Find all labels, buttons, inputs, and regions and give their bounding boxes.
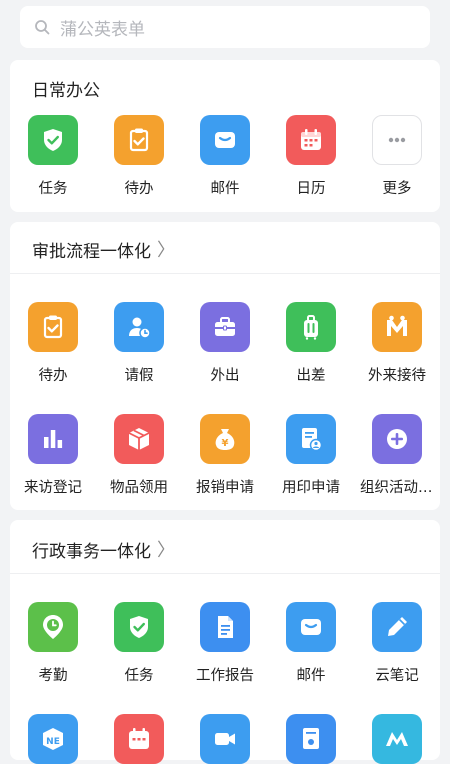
- divider: [10, 273, 440, 274]
- approval-card: 审批流程一体化〉 待办 请假 外出 出差 外来接待 来访登记 物品领用 ¥ 报销…: [10, 222, 440, 510]
- contacts-icon: [286, 714, 336, 764]
- app-label: 工作报告: [196, 668, 254, 684]
- pen-icon: [372, 602, 422, 652]
- section-title: 日常办公: [32, 81, 100, 101]
- document-icon: [200, 602, 250, 652]
- app-visitor-register[interactable]: 来访登记: [10, 414, 96, 497]
- app-label: 外出: [210, 368, 240, 384]
- app-mail[interactable]: 邮件: [182, 115, 268, 198]
- app-label: 来访登记: [24, 480, 82, 496]
- app-partial-4[interactable]: [268, 714, 354, 764]
- app-partial-1[interactable]: NE: [10, 714, 96, 764]
- chevron-right-icon: 〉: [157, 540, 175, 561]
- logo-m-icon: [372, 714, 422, 764]
- app-label: 考勤: [38, 668, 68, 684]
- app-label: 任务: [38, 181, 68, 197]
- svg-text:NE: NE: [46, 737, 60, 747]
- app-reimbursement[interactable]: ¥ 报销申请: [182, 414, 268, 497]
- app-partial-2[interactable]: [96, 714, 182, 764]
- shield-check-icon: [28, 115, 78, 165]
- bar-chart-icon: [28, 414, 78, 464]
- briefcase-icon: [200, 302, 250, 352]
- app-task[interactable]: 任务: [10, 115, 96, 198]
- app-cloud-notes[interactable]: 云笔记: [354, 602, 440, 685]
- app-mail[interactable]: 邮件: [268, 602, 354, 685]
- app-reception[interactable]: 外来接待: [354, 302, 440, 385]
- mail-icon: [200, 115, 250, 165]
- app-label: 物品领用: [110, 480, 168, 496]
- plus-circle-icon: [372, 414, 422, 464]
- app-label: 云笔记: [375, 668, 419, 684]
- app-item-requisition[interactable]: 物品领用: [96, 414, 182, 497]
- box-icon: [114, 414, 164, 464]
- mail-icon: [286, 602, 336, 652]
- app-partial-3[interactable]: [182, 714, 268, 764]
- person-clock-icon: [114, 302, 164, 352]
- section-title[interactable]: 审批流程一体化〉: [32, 236, 175, 262]
- clipboard-check-icon: [114, 115, 164, 165]
- section-title[interactable]: 行政事务一体化〉: [32, 536, 175, 562]
- reception-m-icon: [372, 302, 422, 352]
- app-label: 日历: [296, 181, 326, 197]
- app-label: 更多: [382, 181, 412, 197]
- cube-icon: NE: [28, 714, 78, 764]
- admin-affairs-card: 行政事务一体化〉 考勤 任务 工作报告 邮件 云笔记 NE: [10, 520, 440, 764]
- app-seal-request[interactable]: 用印申请: [268, 414, 354, 497]
- app-label: 任务: [124, 668, 154, 684]
- calendar-icon: [286, 115, 336, 165]
- more-dots-icon: [372, 115, 422, 165]
- app-label: 待办: [124, 181, 154, 197]
- app-label: 报销申请: [196, 480, 254, 496]
- app-label: 邮件: [210, 181, 240, 197]
- video-icon: [200, 714, 250, 764]
- app-label: 组织活动申请: [360, 480, 434, 496]
- app-work-report[interactable]: 工作报告: [182, 602, 268, 685]
- location-clock-icon: [28, 602, 78, 652]
- app-label: 邮件: [296, 668, 326, 684]
- app-business-trip[interactable]: 出差: [268, 302, 354, 385]
- daily-office-card: 日常办公 任务 待办 邮件 日历 更多: [10, 60, 440, 212]
- luggage-icon: [286, 302, 336, 352]
- chevron-right-icon: 〉: [157, 240, 175, 261]
- app-label: 待办: [38, 368, 68, 384]
- app-outing[interactable]: 外出: [182, 302, 268, 385]
- search-placeholder: 蒲公英表单: [60, 19, 145, 40]
- app-label: 请假: [124, 368, 154, 384]
- divider: [10, 573, 440, 574]
- app-more[interactable]: 更多: [354, 115, 440, 198]
- search-bar[interactable]: 蒲公英表单: [20, 6, 430, 48]
- app-label: 出差: [296, 368, 326, 384]
- search-icon: [35, 20, 50, 35]
- app-org-activity[interactable]: 组织活动申请: [354, 414, 440, 497]
- app-label: 用印申请: [282, 480, 340, 496]
- app-attendance[interactable]: 考勤: [10, 602, 96, 685]
- app-calendar[interactable]: 日历: [268, 115, 354, 198]
- money-bag-icon: ¥: [200, 414, 250, 464]
- app-task[interactable]: 任务: [96, 602, 182, 685]
- svg-text:¥: ¥: [222, 438, 229, 449]
- clipboard-check-icon: [28, 302, 78, 352]
- app-label: 外来接待: [368, 368, 426, 384]
- app-todo[interactable]: 待办: [96, 115, 182, 198]
- stamp-doc-icon: [286, 414, 336, 464]
- app-todo[interactable]: 待办: [10, 302, 96, 385]
- app-leave[interactable]: 请假: [96, 302, 182, 385]
- app-partial-5[interactable]: [354, 714, 440, 764]
- shield-check-icon: [114, 602, 164, 652]
- calendar-icon: [114, 714, 164, 764]
